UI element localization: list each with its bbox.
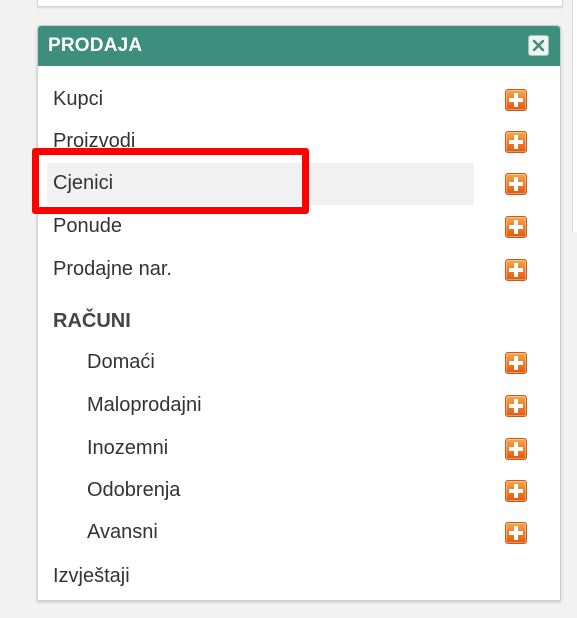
menu-item-label: Izvještaji (53, 565, 130, 587)
plus-icon[interactable] (505, 522, 527, 544)
adjacent-panel-edge (572, 0, 577, 232)
plus-icon[interactable] (505, 89, 527, 111)
plus-icon[interactable] (505, 352, 527, 374)
menu-item-label: Odobrenja (87, 479, 181, 501)
plus-icon[interactable] (505, 480, 527, 502)
close-button[interactable] (528, 35, 549, 56)
previous-panel-edge (37, 0, 563, 7)
menu-item-label: Kupci (53, 88, 104, 110)
menu-item-domaci[interactable]: Domaći (38, 342, 560, 382)
plus-icon[interactable] (505, 259, 527, 281)
menu-item-maloprodajni[interactable]: Maloprodajni (38, 385, 560, 425)
menu-item-label: Maloprodajni (87, 394, 202, 416)
menu-item-izvjestaji[interactable]: Izvještaji (38, 556, 560, 596)
menu-item-inozemni[interactable]: Inozemni (38, 428, 560, 468)
menu-item-odobrenja[interactable]: Odobrenja (38, 470, 560, 510)
plus-icon[interactable] (505, 438, 527, 460)
prodaja-panel: PRODAJA Kupci Proizvodi Cjenici Ponude P… (37, 25, 561, 601)
menu-item-prodajne-nar[interactable]: Prodajne nar. (38, 249, 560, 289)
plus-icon[interactable] (505, 216, 527, 238)
menu-item-avansni[interactable]: Avansni (38, 512, 560, 552)
menu-item-label: Domaći (87, 351, 155, 373)
plus-icon[interactable] (505, 131, 527, 153)
menu-item-label: Avansni (87, 521, 158, 543)
menu-item-label: Prodajne nar. (53, 258, 172, 280)
panel-title: PRODAJA (48, 35, 143, 56)
plus-icon[interactable] (505, 173, 527, 195)
menu-item-kupci[interactable]: Kupci (38, 79, 560, 119)
section-title-racuni: RAČUNI (53, 310, 131, 332)
plus-icon[interactable] (505, 395, 527, 417)
panel-header: PRODAJA (38, 26, 560, 66)
highlight-annotation-box (32, 148, 309, 214)
close-icon (532, 39, 545, 52)
menu-item-label: Inozemni (87, 437, 169, 459)
